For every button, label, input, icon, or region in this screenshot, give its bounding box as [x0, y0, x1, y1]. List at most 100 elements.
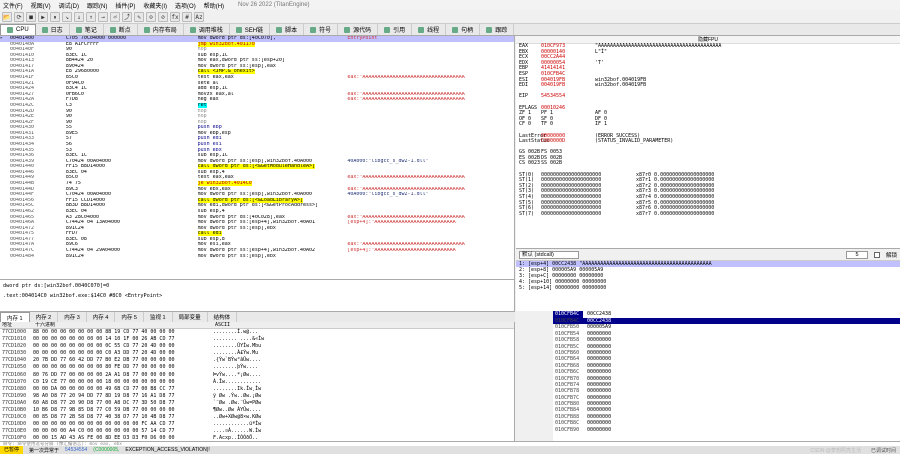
dump-address: 77CD1020	[2, 343, 27, 350]
stack-row[interactable]: 010CFB90 00000000	[553, 427, 900, 433]
disasm-row[interactable]: 00401484 891C24 mov dword ptr ss:[esp],ebx	[0, 254, 514, 260]
disable-icon[interactable]: ⊘	[158, 11, 168, 22]
open-icon[interactable]: 📂	[2, 11, 12, 22]
step-over-icon[interactable]: ↓	[74, 11, 84, 22]
memory-dump[interactable]: 地址 十六进制 ASCII 77CD1000 88 00 00 00 00 00 …	[0, 322, 515, 441]
unlock-checkbox[interactable]	[873, 251, 880, 258]
instruction-text: mov ebx,eax	[197, 186, 231, 192]
arg-count-spinner[interactable]: 5	[845, 250, 868, 259]
trace-over-icon[interactable]: →	[98, 11, 108, 22]
menu-trace[interactable]: 跟踪(N)	[87, 1, 107, 10]
tab-log[interactable]: 日志	[35, 24, 70, 35]
exception-code: (C0000005,	[93, 447, 120, 453]
dump-hex: 00 00 DA 00 00 00 00 00 49 6B CD 77 00 B…	[33, 385, 175, 392]
stack-view[interactable]: 010CFB4C 00CC2438 010CFB4C 00CC2438 010CFB…	[553, 311, 900, 441]
pause-icon[interactable]: ⏸	[50, 11, 60, 22]
tab-memory-map[interactable]: 内存布局	[137, 24, 184, 35]
instruction-text: jmp win32bof.401170	[197, 41, 255, 47]
call-args-list[interactable]: 1: [esp+4] 00CC2438 "AAAAAAAAAAAAAAAAAAA…	[516, 261, 900, 311]
hash-icon[interactable]: #	[182, 11, 192, 22]
register-value: 00000000000000000000	[541, 210, 602, 217]
instruction-text: je win32bof.4014C0	[197, 181, 252, 187]
dump-ascii: À.Îw............	[213, 378, 262, 385]
tab-references[interactable]: 引用	[378, 24, 413, 35]
dump-ascii: ÿ Øw .Ýw..Øw.¡Øw	[213, 392, 262, 399]
tab-locals[interactable]: 局部变量	[172, 312, 208, 322]
instruction-text: call dword ptr ds:[<&GetModuleHandleA>]	[197, 164, 316, 170]
tab-dump-5[interactable]: 内存 5	[115, 312, 144, 322]
tab-seh[interactable]: SEH链	[229, 24, 271, 35]
cpu-icon	[7, 27, 13, 33]
menu-view[interactable]: 视图(V)	[31, 1, 51, 10]
disasm-address: 00401484	[9, 253, 35, 259]
instruction-text: nop	[197, 108, 207, 114]
stack-header-address: 010CFB4C	[553, 311, 583, 318]
menu-options[interactable]: 选项(O)	[175, 1, 196, 10]
script-icon	[276, 26, 283, 33]
tab-dump-3[interactable]: 内存 3	[58, 312, 87, 322]
menu-plugins[interactable]: 插件(P)	[115, 1, 135, 10]
disassembly-view[interactable]: ▸ 00401400 C705 70C04000 000000 mov dword p…	[0, 36, 515, 279]
tab-trace[interactable]: 跟踪	[480, 24, 515, 35]
step-into-icon[interactable]: ↘	[62, 11, 72, 22]
menu-favourites[interactable]: 收藏夹(I)	[143, 1, 167, 10]
tab-script[interactable]: 脚本	[270, 24, 305, 35]
instruction-text: test eax,eax	[197, 75, 234, 81]
dump-address: 77CD1080	[2, 385, 27, 392]
dump-hex: 10 B6 D8 77 9B 85 D8 77 C0 59 DB 77 00 0…	[33, 407, 175, 414]
call-arg[interactable]: 5: [esp+14] 00000000 00000000	[516, 285, 900, 291]
dump-row[interactable]: 77CD1050 00 00 00 00 00 00 00 00 80 FE DD…	[0, 364, 514, 371]
dump-row[interactable]: 77CD1060 80 76 DD 77 00 00 00 00 2A A1 D8…	[0, 372, 514, 379]
instruction-text: push esi	[197, 141, 222, 147]
run-icon[interactable]: ▶	[38, 11, 48, 22]
dump-address: 77CD10D0	[2, 421, 27, 428]
dump-address: 77CD1030	[2, 350, 27, 357]
tab-struct[interactable]: 结构体	[207, 312, 238, 322]
tab-cpu[interactable]: CPU	[0, 24, 36, 35]
tab-source[interactable]: 源代码	[338, 24, 379, 35]
debug-time: 已调试时间	[870, 447, 896, 454]
register-line[interactable]: ST(7) 00000000000000000000 x87r7 0.0000000…	[516, 210, 900, 218]
restart-icon[interactable]: ⟳	[14, 11, 24, 22]
tab-dump-1[interactable]: 内存 1	[0, 312, 30, 322]
dump-hex: 00 00 00 00 A4 C0 00 00 00 00 00 00 57 1…	[33, 428, 175, 435]
calling-convention-select[interactable]: 默认 (stdcall)	[519, 250, 579, 259]
tab-symbols[interactable]: 符号	[304, 24, 339, 35]
dump-row[interactable]: 77CD10A0 60 A8 D8 77 20 90 D8 77 00 A8 DC…	[0, 400, 514, 407]
menu-debug[interactable]: 调试(D)	[59, 1, 79, 10]
tab-breakpoints[interactable]: 断点	[103, 24, 138, 35]
dump-row[interactable]: 77CD1090 98 A0 D8 77 20 94 DD 77 8D 19 D8…	[0, 393, 514, 400]
exception-name: EXCEPTION_ACCESS_VIOLATION)!	[125, 447, 210, 453]
menu-file[interactable]: 文件(F)	[3, 1, 23, 10]
registers-panel[interactable]: 隐藏FPU EAX 010CF973 "AAAAAAAAAAAAAAAAAAAAAA…	[516, 36, 900, 249]
tab-threads[interactable]: 线程	[412, 24, 447, 35]
main-tabs: CPU 日志 笔记 断点 内存布局 调用堆栈 SEH链 脚本 符号 源代码 引用…	[0, 24, 900, 36]
instruction-text: mov dword ptr ss:[esp],win32bof.40A000	[197, 192, 313, 198]
trace-into-icon[interactable]: ↑	[86, 11, 96, 22]
dump-row[interactable]: 77CD1070 C0 19 CE 77 00 00 00 00 18 00 00…	[0, 379, 514, 386]
font-icon[interactable]: Az	[194, 11, 204, 22]
instruction-text: call edi	[197, 231, 222, 237]
dump-row[interactable]: 77CD1080 00 00 DA 00 00 00 00 00 49 6B CD…	[0, 386, 514, 393]
tab-handles[interactable]: 句柄	[446, 24, 481, 35]
tab-notes[interactable]: 笔记	[69, 24, 104, 35]
breakpoint-icon	[109, 26, 116, 33]
tab-call-stack[interactable]: 调用堆栈	[183, 24, 230, 35]
dump-address: 77CD1010	[2, 336, 27, 343]
log-icon	[41, 26, 48, 33]
breakpoint-icon[interactable]: ⊙	[146, 11, 156, 22]
instruction-text: movzx eax,al	[197, 91, 234, 97]
tab-watch-1[interactable]: 监视 1	[143, 312, 173, 322]
dump-ascii: ........þÝw....	[213, 364, 259, 371]
notes-icon	[75, 26, 82, 33]
stop-icon[interactable]: ■	[26, 11, 36, 22]
menu-help[interactable]: 帮助(H)	[204, 1, 224, 10]
function-icon[interactable]: fx	[170, 11, 180, 22]
patch-icon[interactable]: ✎	[134, 11, 144, 22]
register-annotation: (STATUS_INVALID_PARAMETER)	[595, 138, 674, 145]
tab-dump-4[interactable]: 内存 4	[86, 312, 116, 322]
execute-till-return-icon[interactable]: ⏎	[110, 11, 120, 22]
tab-dump-2[interactable]: 内存 2	[29, 312, 59, 322]
dump-header: 地址 十六进制 ASCII	[0, 322, 514, 329]
execute-till-user-icon[interactable]: ⤴	[122, 11, 132, 22]
